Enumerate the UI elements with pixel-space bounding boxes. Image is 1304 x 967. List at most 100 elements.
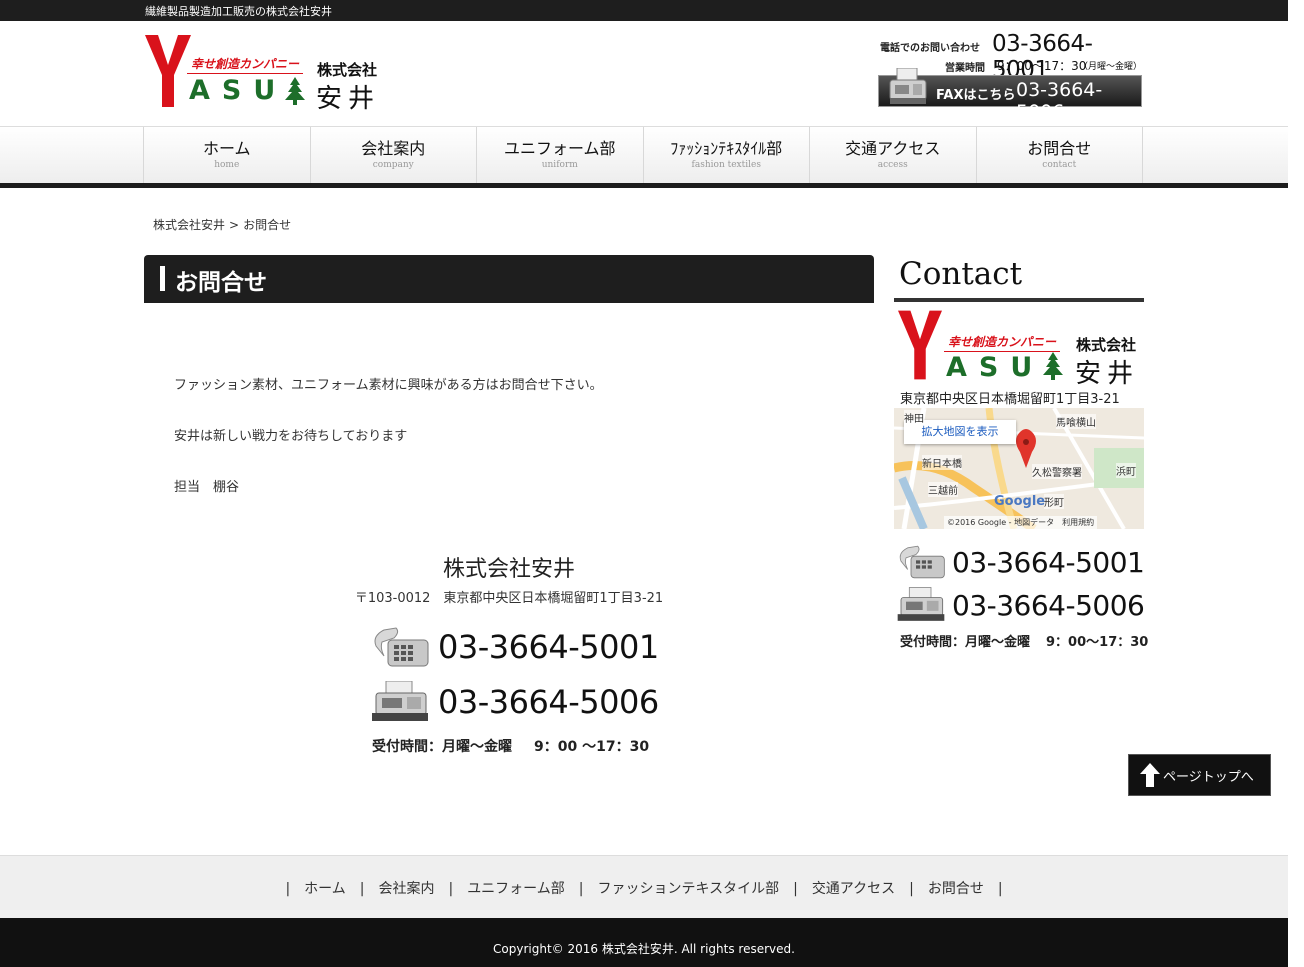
card-hours: 受付時間：月曜～金曜 9：00 ～17：30 — [372, 736, 649, 756]
sidebar-hours: 受付時間：月曜～金曜 9：00～17：30 — [900, 631, 1148, 650]
card-tel[interactable]: 03-3664-5001 — [370, 626, 659, 668]
map-label: 神田 — [904, 410, 924, 425]
fax-machine-icon — [897, 587, 945, 621]
breadcrumb-separator: > — [229, 218, 240, 232]
footer-link-home[interactable]: ホーム — [304, 881, 346, 897]
nav-uniform[interactable]: ユニフォーム部 uniform — [477, 127, 644, 184]
nav-label: お問合せ — [1027, 139, 1092, 158]
map-label: 浜町 — [1116, 463, 1136, 478]
body-paragraph: 担当 棚谷 — [174, 480, 240, 495]
nav-home[interactable]: ホーム home — [144, 127, 311, 184]
map-label: 三越前 — [928, 482, 958, 497]
nav-divider — [0, 183, 1288, 188]
logo-asu: ASU — [946, 352, 1045, 383]
nav-label: ホーム — [202, 139, 251, 158]
map-label: 形町 — [1044, 494, 1064, 509]
logo-y-mark — [898, 310, 942, 380]
logo-company-type: 株式会社 — [1076, 336, 1137, 354]
sidebar-tel-number: 03-3664-5001 — [952, 545, 1145, 579]
logo-company-name: 安井 — [1075, 359, 1140, 389]
nav-sublabel: fashion textiles — [691, 160, 761, 170]
map-label: 新日本橋 — [922, 455, 962, 470]
tel-label: 電話でのお問い合わせ — [880, 43, 980, 54]
nav-company[interactable]: 会社案内 company — [311, 127, 477, 184]
page-top-label: ページトップへ — [1163, 770, 1254, 785]
nav-label: ユニフォーム部 — [503, 139, 616, 158]
footer-separator: | — [909, 881, 914, 897]
logo-asu: ASU — [189, 75, 288, 106]
footer-link-company[interactable]: 会社案内 — [378, 881, 434, 897]
nav-label: 交通アクセス — [845, 139, 941, 158]
header-fax: 03-3664-5006 — [1016, 79, 1103, 123]
sidebar-fax: 03-3664-5006 — [896, 587, 1145, 623]
logo-slogan: 幸せ創造カンパニー — [186, 57, 304, 74]
tree-icon — [285, 77, 305, 105]
nav-sublabel: company — [372, 160, 414, 170]
nav-fashion-textiles[interactable]: ﾌｧｯｼｮﾝﾃｷｽﾀｲﾙ部 fashion textiles — [644, 127, 810, 184]
arrow-up-icon — [1140, 763, 1160, 787]
nav-sublabel: contact — [1042, 160, 1077, 170]
sidebar-title: Contact — [899, 256, 1023, 292]
site-logo[interactable]: 幸せ創造カンパニー ASU 株式会社 安井 — [145, 35, 385, 114]
nav-contact[interactable]: お問合せ contact — [977, 127, 1143, 184]
card-fax: 03-3664-5006 — [370, 681, 659, 723]
scrollbar[interactable] — [1288, 0, 1304, 967]
footer-nav: | ホーム | 会社案内 | ユニフォーム部 | ファッションテキスタイル部 | 交通アクセス | お… — [0, 855, 1288, 918]
body-paragraph: ファッション素材、ユニフォーム素材に興味がある方はお問合せ下さい。 — [174, 378, 603, 393]
fax-machine-icon — [372, 681, 428, 721]
footer-link-fashion-textiles[interactable]: ファッションテキスタイル部 — [598, 881, 780, 897]
footer-separator: | — [578, 881, 584, 897]
breadcrumb-home[interactable]: 株式会社安井 — [153, 218, 225, 232]
header-days: （月曜～金曜） — [1079, 62, 1143, 72]
footer-separator: | — [997, 881, 1003, 897]
breadcrumb-current: お問合せ — [243, 218, 292, 232]
footer-link-contact[interactable]: お問合せ — [928, 881, 984, 897]
card-hours-time: 9：00 ～17：30 — [534, 739, 650, 755]
logo-y-mark — [145, 35, 191, 107]
telephone-icon — [899, 545, 945, 579]
header-hours: 9：00～17：30 — [997, 59, 1087, 73]
card-hours-label: 受付時間：月曜～金曜 — [372, 739, 512, 755]
hours-label: 営業時間 — [945, 63, 985, 74]
logo-slogan: 幸せ創造カンパニー — [943, 335, 1061, 352]
tree-icon — [1043, 352, 1063, 380]
map-attribution[interactable]: ©2016 Google - 地図データ 利用規約 — [944, 516, 1098, 529]
nav-label: ﾌｧｯｼｮﾝﾃｷｽﾀｲﾙ部 — [670, 139, 783, 158]
top-bar: 繊維製品製造加工販売の株式会社安井 — [0, 0, 1288, 21]
sidebar-rule — [894, 298, 1144, 302]
fax-button[interactable]: FAXはこちら 03-3664-5006 — [878, 68, 1142, 123]
nav-access[interactable]: 交通アクセス access — [810, 127, 977, 184]
fax-label: FAXはこちら — [936, 88, 1016, 103]
main-nav: ホーム home 会社案内 company ユニフォーム部 uniform ﾌｧｯｼｮ… — [0, 126, 1288, 188]
google-map[interactable]: 拡大地図を表示 神田 馬喰横山 浜町 新日本橋 久松警察署 三越前 形町 Goo… — [894, 408, 1144, 529]
sidebar-hours-time: 9：00～17：30 — [1046, 635, 1149, 650]
copyright-bar: Copyright© 2016 株式会社安井. All rights reser… — [0, 918, 1288, 967]
footer-separator: | — [359, 881, 365, 897]
nav-sublabel: access — [877, 160, 908, 170]
sidebar-logo: 幸せ創造カンパニー ASU 株式会社 安井 — [898, 308, 1144, 389]
logo-company-name: 安井 — [316, 84, 381, 114]
footer-separator: | — [448, 881, 454, 897]
header-contact: 電話でのお問い合わせ 03-3664-5001 営業時間 9：00～17：30 … — [878, 31, 1143, 123]
nav-label: 会社案内 — [361, 139, 426, 158]
card-address: 〒103-0012 東京都中央区日本橋堀留町1丁目3-21 — [354, 591, 664, 606]
copyright-text: Copyright© 2016 株式会社安井. All rights reser… — [493, 942, 795, 956]
footer-separator: | — [793, 881, 798, 897]
fax-machine-icon — [889, 68, 927, 104]
page-title: お問合せ — [144, 255, 874, 303]
card-tel-number: 03-3664-5001 — [438, 628, 659, 666]
map-label: 久松警察署 — [1032, 464, 1082, 479]
logo-company-type: 株式会社 — [317, 61, 378, 79]
sidebar-tel[interactable]: 03-3664-5001 — [896, 543, 1145, 581]
header: 幸せ創造カンパニー ASU 株式会社 安井 電話でのお問い合わせ 03-3664… — [0, 21, 1288, 126]
sidebar-address: 東京都中央区日本橋堀留町1丁目3-21 — [900, 392, 1120, 407]
title-accent-bar — [160, 266, 165, 291]
card-company-name: 株式会社安井 — [442, 557, 575, 582]
footer-link-uniform[interactable]: ユニフォーム部 — [467, 881, 565, 897]
map-label: 馬喰横山 — [1056, 414, 1096, 429]
page-top-button[interactable]: ページトップへ — [1128, 754, 1271, 796]
nav-sublabel: home — [214, 160, 240, 170]
footer-link-access[interactable]: 交通アクセス — [812, 881, 895, 897]
sidebar-hours-label: 受付時間：月曜～金曜 — [900, 635, 1031, 650]
breadcrumb: 株式会社安井 > お問合せ — [153, 216, 291, 233]
